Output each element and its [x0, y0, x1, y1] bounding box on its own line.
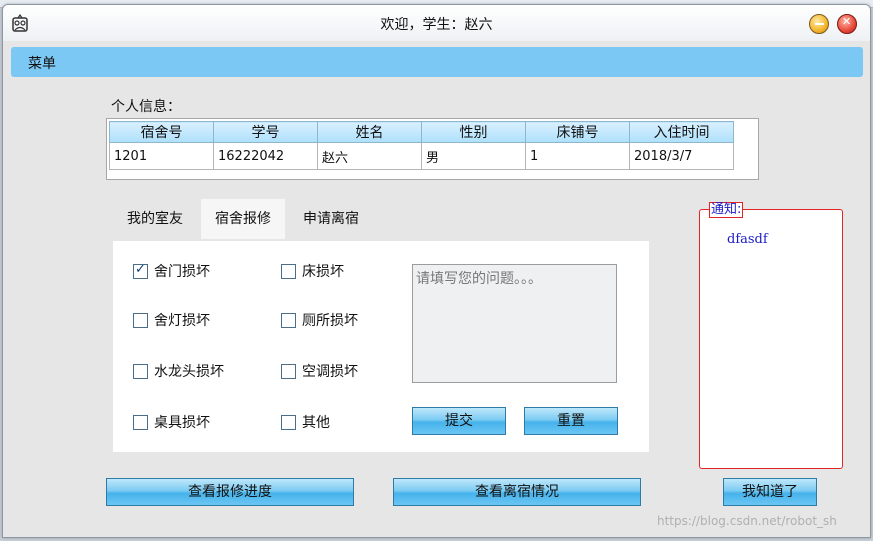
checkbox-icon[interactable] [281, 312, 296, 328]
menu-item[interactable]: 菜单 [28, 53, 56, 73]
column-header[interactable]: 性别 [421, 121, 526, 143]
notice-title: 通知: [709, 202, 744, 218]
checkbox-label: 床损坏 [302, 264, 344, 280]
column-header[interactable]: 姓名 [317, 121, 422, 143]
checkbox-icon[interactable] [281, 263, 296, 279]
cell-name[interactable]: 赵六 [317, 142, 422, 170]
checkbox-label: 桌具损坏 [154, 415, 210, 431]
minimize-button[interactable] [809, 14, 829, 34]
column-header[interactable]: 入住时间 [629, 121, 734, 143]
cell-checkin-date[interactable]: 2018/3/7 [629, 142, 734, 170]
window-title: 欢迎，学生：赵六 [380, 17, 493, 33]
checkbox-checked-icon[interactable] [133, 262, 148, 279]
notice-panel [699, 209, 843, 469]
personal-info-label: 个人信息： [111, 99, 181, 115]
checkbox-bed[interactable]: 床损坏 [281, 261, 344, 281]
notice-content: dfasdf [727, 232, 768, 247]
view-repair-progress-button[interactable]: 查看报修进度 [106, 478, 354, 506]
issue-description-input[interactable] [412, 264, 617, 383]
checkbox-label: 空调损坏 [302, 364, 358, 380]
cell-gender[interactable]: 男 [421, 142, 526, 170]
reset-button[interactable]: 重置 [524, 407, 618, 435]
checkbox-icon[interactable] [133, 414, 148, 430]
checkbox-furniture[interactable]: 桌具损坏 [133, 412, 210, 432]
checkbox-label: 水龙头损坏 [154, 364, 224, 380]
checkbox-icon[interactable] [133, 312, 148, 328]
tab-leave[interactable]: 申请离宿 [289, 199, 373, 239]
checkbox-light[interactable]: 舍灯损坏 [133, 310, 210, 330]
grid-header-row: 宿舍号 学号 姓名 性别 床铺号 入住时间 [109, 121, 734, 143]
checkbox-label: 舍灯损坏 [154, 313, 210, 329]
checkbox-icon[interactable] [281, 363, 296, 379]
cell-dorm-no[interactable]: 1201 [109, 142, 214, 170]
checkbox-door[interactable]: 舍门损坏 [133, 261, 210, 281]
submit-button[interactable]: 提交 [412, 407, 506, 435]
checkbox-label: 其他 [302, 415, 330, 431]
checkbox-icon[interactable] [133, 363, 148, 379]
view-leave-status-button[interactable]: 查看离宿情况 [393, 478, 641, 506]
title-bar: 欢迎，学生：赵六 [3, 5, 870, 41]
tab-roommates[interactable]: 我的室友 [113, 199, 197, 239]
checkbox-label: 厕所损坏 [302, 313, 358, 329]
personal-info-grid: 宿舍号 学号 姓名 性别 床铺号 入住时间 1201 16222042 赵六 男… [106, 118, 759, 180]
column-header[interactable]: 学号 [213, 121, 318, 143]
cell-bed-no[interactable]: 1 [525, 142, 630, 170]
checkbox-toilet[interactable]: 厕所损坏 [281, 310, 358, 330]
checkbox-faucet[interactable]: 水龙头损坏 [133, 361, 224, 381]
checkbox-other[interactable]: 其他 [281, 412, 330, 432]
column-header[interactable]: 宿舍号 [109, 121, 214, 143]
column-header[interactable]: 床铺号 [525, 121, 630, 143]
watermark: https://blog.csdn.net/robot_sh [657, 514, 837, 528]
checkbox-ac[interactable]: 空调损坏 [281, 361, 358, 381]
menu-bar: 菜单 [11, 47, 863, 77]
cell-student-id[interactable]: 16222042 [213, 142, 318, 170]
repair-panel: 舍门损坏 床损坏 舍灯损坏 厕所损坏 水龙头损坏 空调损坏 桌具损坏 其他 [113, 241, 649, 452]
close-button[interactable] [837, 14, 857, 34]
main-window: 欢迎，学生：赵六 菜单 个人信息： 宿舍号 学号 姓名 性别 床铺号 入住时间 … [2, 4, 871, 538]
checkbox-icon[interactable] [281, 414, 296, 430]
got-it-button[interactable]: 我知道了 [723, 478, 817, 506]
tab-repair[interactable]: 宿舍报修 [201, 199, 285, 239]
checkbox-label: 舍门损坏 [154, 264, 210, 280]
table-row[interactable]: 1201 16222042 赵六 男 1 2018/3/7 [109, 142, 734, 170]
